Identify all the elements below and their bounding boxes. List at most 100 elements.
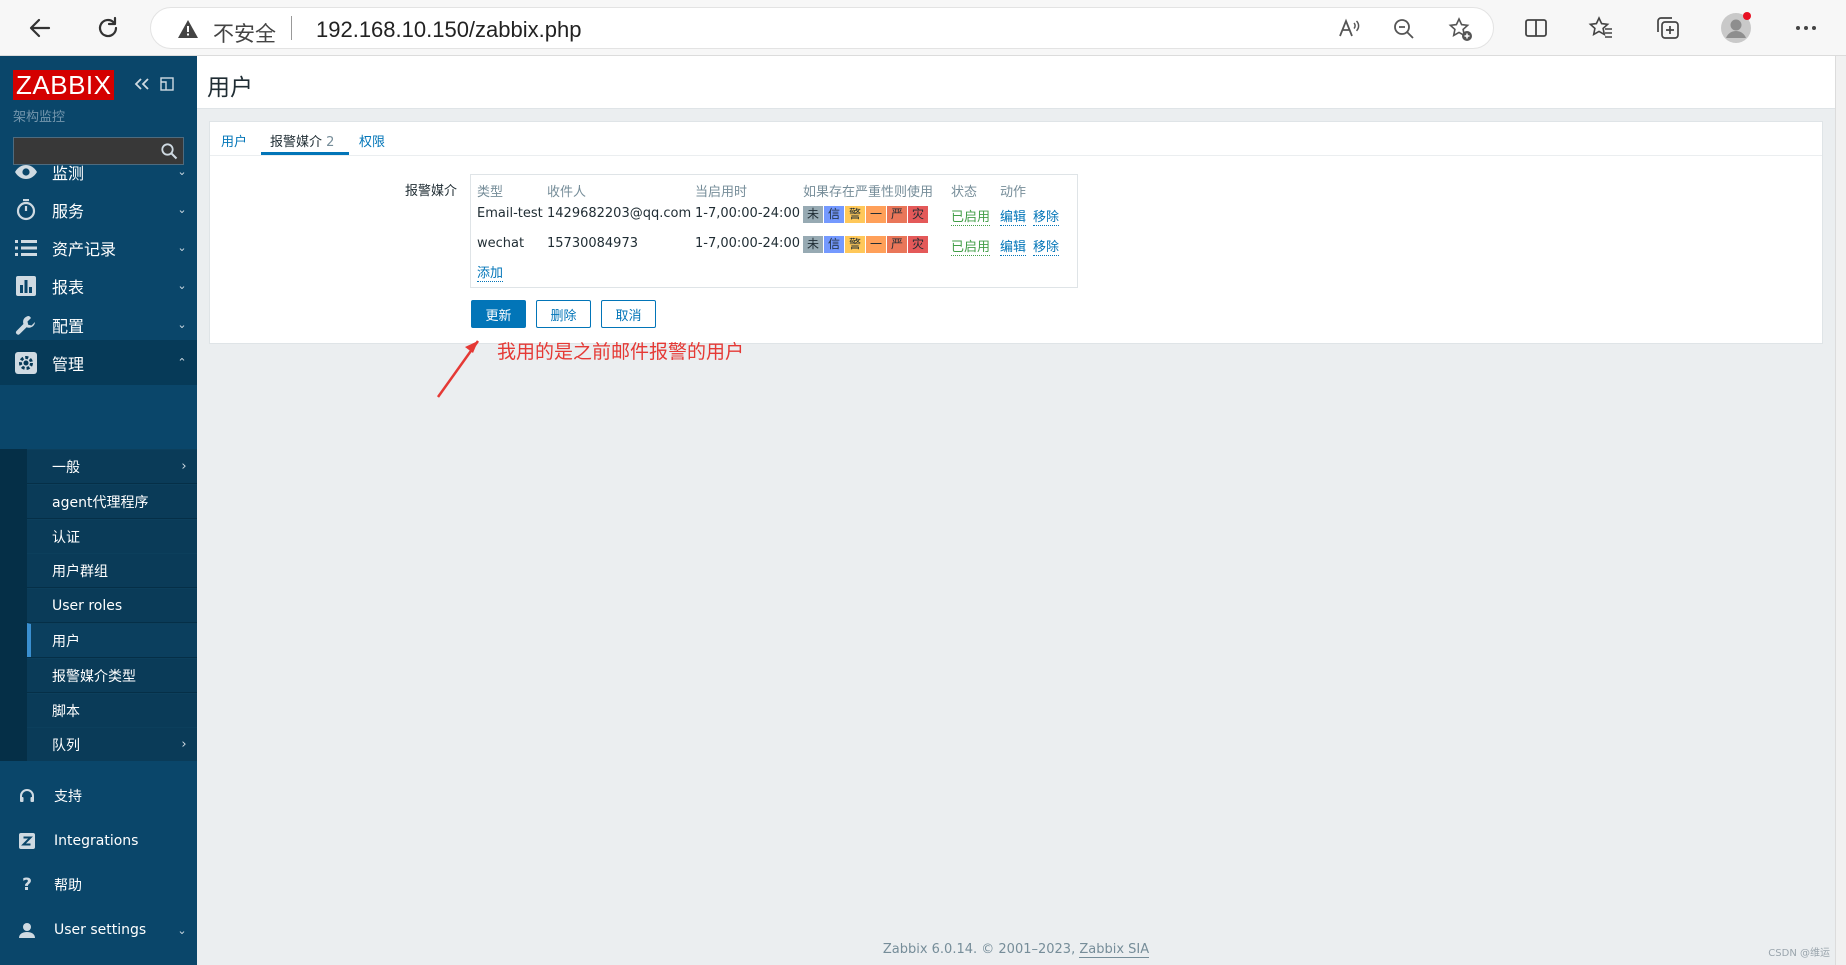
update-button[interactable]: 更新 [471, 300, 526, 328]
annotation-arrow-icon [436, 340, 480, 398]
severity-average: 一 [866, 206, 887, 223]
chevron-up-icon: ⌃ [177, 356, 187, 369]
warning-icon [177, 18, 199, 44]
chevron-down-icon: ⌄ [177, 203, 187, 216]
page-scrollbar[interactable] [1835, 56, 1846, 965]
chevron-right-icon: › [181, 737, 187, 752]
annotation-note: 我用的是之前邮件报警的用户 [497, 341, 745, 363]
footer-link[interactable]: Zabbix SIA [1079, 942, 1150, 958]
menu-help[interactable]: ? 帮助 [0, 863, 197, 907]
severity-not-classified: 未 [803, 206, 824, 223]
profile-avatar[interactable] [1720, 12, 1752, 44]
watermark: CSDN @维运 [1768, 948, 1830, 959]
chevron-down-icon: ⌄ [177, 165, 187, 178]
recipient-cell: 15730084973 [547, 236, 638, 251]
menu-administration[interactable]: 管理 ⌃ [0, 340, 197, 385]
delete-button[interactable]: 删除 [536, 300, 591, 328]
menu-label: 配置 [52, 316, 85, 336]
tab-user[interactable]: 用户 [221, 131, 247, 150]
submenu-media-types[interactable]: 报警媒介类型 [27, 658, 197, 692]
address-bar[interactable]: 不安全 192.168.10.150/zabbix.php [150, 7, 1494, 49]
submenu-label: 脚本 [52, 703, 80, 720]
submenu-users[interactable]: 用户 [27, 623, 197, 657]
menu-label: 报表 [52, 277, 85, 297]
submenu-user-roles[interactable]: User roles [27, 588, 197, 622]
cancel-button[interactable]: 取消 [601, 300, 656, 328]
submenu-label: 用户 [52, 633, 80, 650]
menu-integrations[interactable]: Integrations [0, 819, 197, 863]
insecure-label: 不安全 [213, 22, 276, 46]
chevron-right-icon: › [181, 459, 187, 474]
url-text[interactable]: 192.168.10.150/zabbix.php [316, 17, 581, 43]
back-button[interactable] [22, 10, 58, 46]
submenu-general[interactable]: 一般 › [27, 449, 197, 483]
zabbix-logo[interactable]: ZABBIX [13, 70, 115, 100]
bar-chart-icon [0, 275, 52, 296]
edit-media-link[interactable]: 编辑 [1000, 236, 1027, 256]
gear-icon [0, 351, 52, 374]
hide-sidebar-icon[interactable] [159, 76, 175, 96]
menu-user-settings[interactable]: User settings ⌄ [0, 908, 197, 952]
submenu-user-groups[interactable]: 用户群组 [27, 553, 197, 587]
help-icon: ? [22, 875, 32, 895]
submenu-label: 用户群组 [52, 563, 108, 580]
collections-icon[interactable] [1652, 12, 1684, 44]
media-table: 类型 收件人 当启用时 如果存在严重性则使用 状态 动作 Email-test … [470, 174, 1078, 288]
headset-icon [0, 788, 54, 804]
menu-label: 资产记录 [52, 239, 117, 259]
column-header: 如果存在严重性则使用 [803, 185, 934, 200]
severity-disaster: 灾 [908, 236, 929, 253]
when-active-cell: 1-7,00:00-24:00 [695, 236, 800, 251]
column-header: 类型 [477, 185, 504, 200]
remove-media-link[interactable]: 移除 [1033, 206, 1060, 226]
column-header: 当启用时 [695, 185, 748, 200]
when-active-cell: 1-7,00:00-24:00 [695, 206, 800, 221]
submenu-label: 一般 [52, 459, 80, 476]
media-type-cell: Email-test [477, 206, 543, 221]
severity-high: 严 [887, 236, 908, 253]
add-media-link[interactable]: 添加 [477, 262, 504, 282]
submenu-queue[interactable]: 队列 › [27, 727, 197, 761]
recipient-cell: 1429682203@qq.com [547, 206, 692, 221]
column-header: 状态 [951, 185, 978, 200]
status-toggle[interactable]: 已启用 [951, 206, 991, 226]
read-aloud-icon[interactable] [1334, 14, 1364, 44]
admin-submenu: 一般 › agent代理程序 认证 用户群组 User roles 用户 报警媒介… [0, 449, 197, 761]
severity-high: 严 [887, 206, 908, 223]
submenu-proxies[interactable]: agent代理程序 [27, 484, 197, 518]
submenu-scripts[interactable]: 脚本 [27, 693, 197, 727]
reload-icon [98, 16, 118, 38]
severity-indicator: 未 信 警 一 严 灾 [803, 206, 929, 223]
timer-icon [0, 198, 52, 221]
user-form: 用户 报警媒介 2 权限 报警媒介 类型 收件人 当启用时 如果存在严重性则使用… [209, 121, 1823, 344]
favorites-icon[interactable] [1585, 12, 1617, 44]
media-type-cell: wechat [477, 236, 525, 251]
tab-permissions[interactable]: 权限 [359, 131, 385, 150]
integrations-icon [0, 833, 54, 849]
menu-label: User settings [54, 922, 147, 938]
severity-information: 信 [824, 236, 845, 253]
severity-indicator: 未 信 警 一 严 灾 [803, 236, 929, 253]
status-toggle[interactable]: 已启用 [951, 236, 991, 256]
submenu-label: 认证 [52, 529, 80, 546]
severity-disaster: 灾 [908, 206, 929, 223]
severity-information: 信 [824, 206, 845, 223]
footer-copyright: Zabbix 6.0.14. © 2001–2023, [882, 942, 1080, 957]
edit-media-link[interactable]: 编辑 [1000, 206, 1027, 226]
more-menu-icon[interactable] [1790, 12, 1822, 44]
back-arrow-icon [29, 18, 51, 38]
submenu-label: 报警媒介类型 [52, 668, 136, 685]
collapse-sidebar-icon[interactable] [133, 76, 151, 96]
menu-label: 管理 [52, 354, 85, 374]
add-favorite-icon[interactable] [1445, 14, 1475, 44]
submenu-authentication[interactable]: 认证 [27, 519, 197, 553]
severity-warning: 警 [845, 206, 866, 223]
reload-button[interactable] [90, 10, 126, 46]
zoom-icon[interactable] [1389, 14, 1419, 44]
split-screen-icon[interactable] [1520, 12, 1552, 44]
menu-support[interactable]: 支持 [0, 774, 197, 818]
user-icon [0, 922, 54, 938]
tab-media[interactable]: 报警媒介 2 [270, 131, 334, 150]
remove-media-link[interactable]: 移除 [1033, 236, 1060, 256]
sidebar: ZABBIX 架构监控 监测 ⌄ 服务 ⌄ 资产记录 ⌄ 报表 ⌄ 配置 ⌄ 管… [0, 56, 197, 965]
